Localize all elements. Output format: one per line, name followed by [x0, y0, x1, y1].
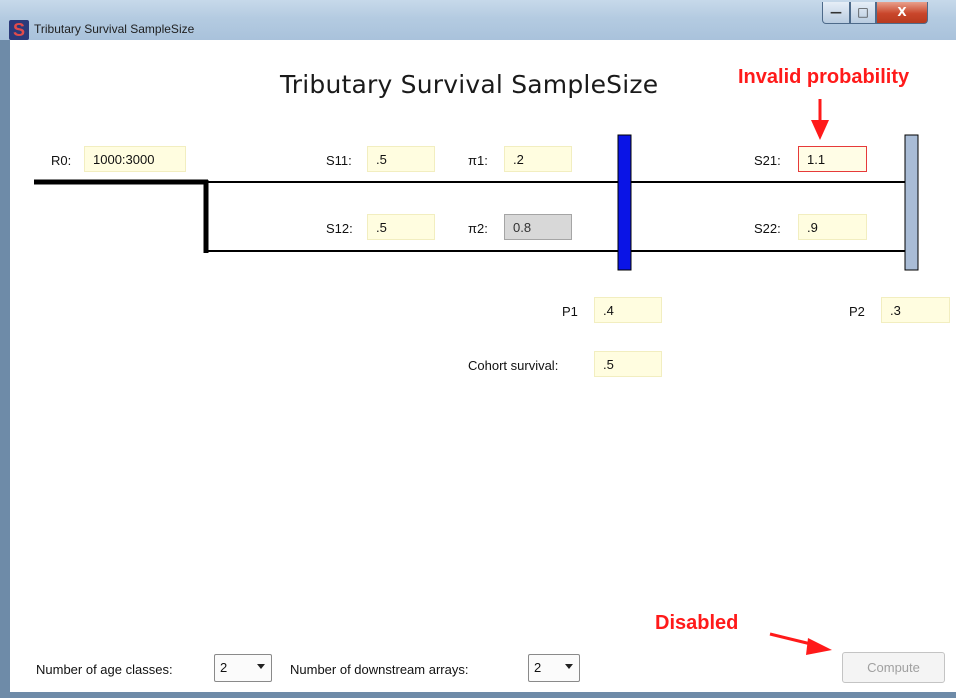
p2-label: P2: [849, 304, 865, 319]
s12-label: S12:: [326, 221, 353, 236]
river-diagram: [34, 99, 919, 655]
p2-input[interactable]: .3: [881, 297, 950, 323]
r0-label: R0:: [51, 153, 72, 168]
cohort-survival-input[interactable]: .5: [594, 351, 662, 377]
pi2-label: π2:: [468, 221, 488, 236]
array1-marker: [617, 134, 632, 271]
age-classes-value: 2: [220, 660, 228, 675]
chevron-down-icon: [257, 664, 265, 669]
array2-marker: [904, 134, 919, 271]
p1-input[interactable]: .4: [594, 297, 662, 323]
s21-label: S21:: [754, 153, 781, 168]
invalid-arrow-head: [811, 120, 829, 140]
s22-input[interactable]: .9: [798, 214, 867, 240]
age-classes-select[interactable]: 2: [214, 654, 272, 682]
pi2-readonly-field: 0.8: [504, 214, 572, 240]
downstream-arrays-label: Number of downstream arrays:: [290, 662, 469, 677]
pi1-label: π1:: [468, 153, 488, 168]
cohort-survival-label: Cohort survival:: [468, 358, 559, 373]
compute-button[interactable]: Compute: [842, 652, 945, 683]
s21-input[interactable]: 1.1: [798, 146, 867, 172]
disabled-arrow-head: [806, 638, 832, 655]
chevron-down-icon: [565, 664, 573, 669]
s11-label: S11:: [326, 153, 352, 168]
p1-label: P1: [562, 304, 578, 319]
s22-label: S22:: [754, 221, 781, 236]
r0-input[interactable]: 1000:3000: [84, 146, 186, 172]
s12-input[interactable]: .5: [367, 214, 435, 240]
age-classes-label: Number of age classes:: [36, 662, 173, 677]
s11-input[interactable]: .5: [367, 146, 435, 172]
pi1-input[interactable]: .2: [504, 146, 572, 172]
downstream-arrays-select[interactable]: 2: [528, 654, 580, 682]
downstream-arrays-value: 2: [534, 660, 542, 675]
